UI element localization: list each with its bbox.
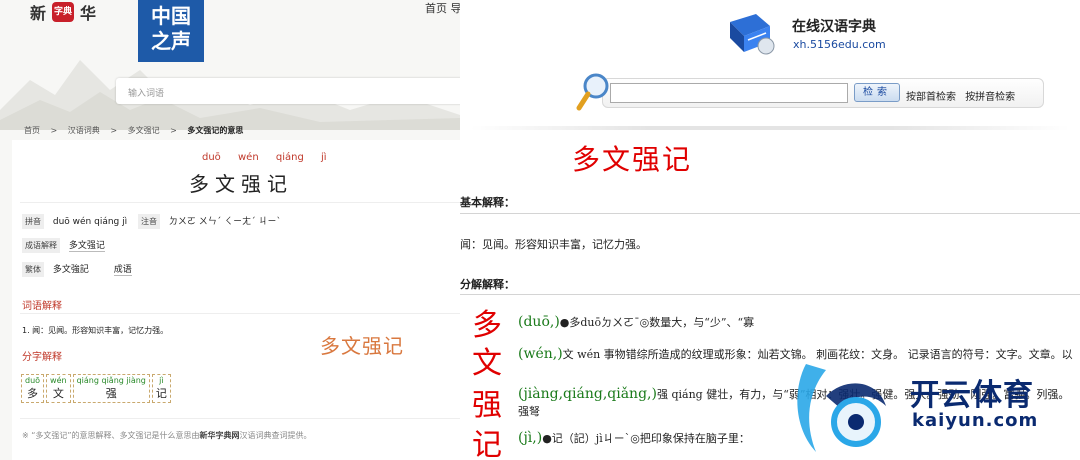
breadcrumb-home[interactable]: 首页 [24,126,40,135]
section-char-meaning: 分字解释 [22,352,62,363]
entry-text: ●记（記）jìㄐㄧˋ◎把印象保持在脑子里： [542,432,750,445]
entry-pinyin-link[interactable]: (wén,) [518,346,563,362]
char-pinyin: wén [50,376,67,385]
char-glyph: 多 [27,387,39,400]
search-input[interactable]: 输入词语 [116,78,460,104]
page-title: 多文强记 [189,172,293,196]
logo-char-right: 华 [80,4,97,23]
breadcrumb: 首页 > 汉语词典 > 多文强记 > 多文强记的意思 [24,125,251,136]
logo-seal: 字典 [52,2,75,22]
footnote: ※ “多文强记”的意思解释、多文强记是什么意思由新华字典网汉语词典查词提供。 [22,430,312,441]
footnote-text: 汉语词典查词提供。 [239,431,312,440]
idiom-tag: 成语解释 [22,238,60,253]
kaiyun-logo-icon [797,364,886,452]
char-entry: (duō,)●多duōㄉㄨㄛˉ◎数量大，与“少”、“寡 [518,314,1078,331]
pinyin-syllable: duō [202,152,221,163]
entry-pinyin-link[interactable]: (jì,) [518,430,542,446]
divider [20,313,460,314]
breadcrumb-dictionary[interactable]: 汉语词典 [68,126,100,135]
section-word-meaning: 词语解释 [22,301,62,312]
entry-pinyin-link[interactable]: (jiàng,qiáng,qiǎng,) [518,386,657,402]
footnote-brand[interactable]: 新华字典网 [200,431,240,440]
pinyin-syllable: qiáng [275,152,304,163]
left-dictionary-panel: 新 字典 华 首页 导 中国 之声 输入词语 首页 > 汉语词典 > 多文强记 … [0,0,460,460]
watermark-brand: 开云体育 [910,378,1034,413]
xinhua-logo[interactable]: 新 字典 华 [30,0,96,24]
pinyin-syllable: wén [238,152,259,163]
vertical-char: 文 [472,346,502,381]
search-icon [576,73,609,111]
pinyin-row: 拼音 duō wén qiáng jì 注音 ㄉㄨㄛ ㄨㄣˊ ㄑㄧㄤˊ ㄐㄧˋ [22,214,281,229]
breadcrumb-current: 多文强记的意思 [187,126,244,135]
china-voice-logo[interactable]: 中国 之声 [138,0,204,62]
entry-text: ●多duōㄉㄨㄛˉ◎数量大，与“少”、“寡 [559,316,755,329]
traditional-tag: 繁体 [22,262,44,277]
overlay-word: 多文强记 [320,334,404,358]
basic-meaning-text: 闻：见闻。形容知识丰富，记忆力强。 [460,238,647,251]
word-pinyin: duō wén qiáng jì [202,152,341,163]
entry-pinyin-link[interactable]: (duō,) [518,314,560,330]
pinyin-value: duō wén qiáng jì [52,217,128,227]
footnote-text: ※ “多文强记”的意思解释、多文强记是什么意思由 [22,431,200,440]
word-card: duō wén qiáng jì 多文强记 拼音 duō wén qiáng j… [12,140,460,460]
vertical-char: 强 [472,388,502,423]
radical-search-link[interactable]: 按部首检索 [906,92,956,103]
breadcrumb-sep: > [110,126,118,135]
right-dictionary-panel: 在线汉语字典 xh.5156edu.com 检索 按部首检索 按拼音检索 多文强… [460,0,1080,460]
vertical-char: 记 [472,428,502,460]
char-glyph: 记 [155,387,167,400]
search-button[interactable]: 检索 [854,83,900,102]
detail-meaning-heading: 分解解释： [460,278,515,291]
divider [460,294,1080,295]
basic-meaning-heading: 基本解释： [460,196,515,209]
divider [20,202,460,203]
site-name[interactable]: 在线汉语字典 [792,16,876,36]
pinyin-tag: 拼音 [22,214,44,229]
pinyin-syllable: jì [321,152,327,163]
char-box[interactable]: wén 文 [46,374,71,403]
zhuyin-value: ㄉㄨㄛ ㄨㄣˊ ㄑㄧㄤˊ ㄐㄧˋ [168,217,281,227]
idiom-row: 成语解释 多文强记 [22,238,105,253]
zhuyin-tag: 注音 [138,214,161,229]
idiom-category-link[interactable]: 成语 [113,265,132,276]
watermark-url: kaiyun.com [912,410,1039,431]
char-pinyin: duō [25,376,41,385]
breadcrumb-sep: > [50,126,58,135]
breadcrumb-word[interactable]: 多文强记 [128,126,160,135]
char-glyph: 文 [52,387,64,400]
cn-logo-line1: 中国 [151,4,191,28]
traditional-row: 繁体 多文強記 成语 [22,262,132,277]
top-bar: 新 字典 华 首页 导 [0,0,460,24]
search-input[interactable] [610,83,848,103]
char-pinyin: jì [159,376,164,385]
char-list: duō 多 wén 文 qiáng qiǎng jiàng 强 jì 记 [21,374,173,403]
meaning-text: 1. 闻：见闻。形容知识丰富，记忆力强。 [22,326,169,335]
char-box[interactable]: jì 记 [151,374,171,403]
divider [460,213,1080,214]
search-links: 按部首检索 按拼音检索 [906,88,1021,103]
dictionary-book-icon [730,14,775,55]
site-url[interactable]: xh.5156edu.com [793,38,886,51]
char-glyph: 强 [105,387,117,400]
divider [20,418,460,419]
cn-logo-line2: 之声 [151,29,191,53]
divider [470,126,1070,130]
top-nav-home-link[interactable]: 首页 导 [425,0,460,16]
char-box[interactable]: duō 多 [21,374,45,403]
pinyin-search-link[interactable]: 按拼音检索 [965,92,1015,103]
traditional-value: 多文強記 [52,265,89,275]
char-box[interactable]: qiáng qiǎng jiàng 强 [72,374,150,403]
idiom-link[interactable]: 多文强记 [68,241,105,252]
breadcrumb-sep: > [170,126,177,135]
char-pinyin: qiáng qiǎng jiàng [76,376,146,385]
logo-char-left: 新 [30,4,47,23]
page-title: 多文强记 [572,143,693,176]
